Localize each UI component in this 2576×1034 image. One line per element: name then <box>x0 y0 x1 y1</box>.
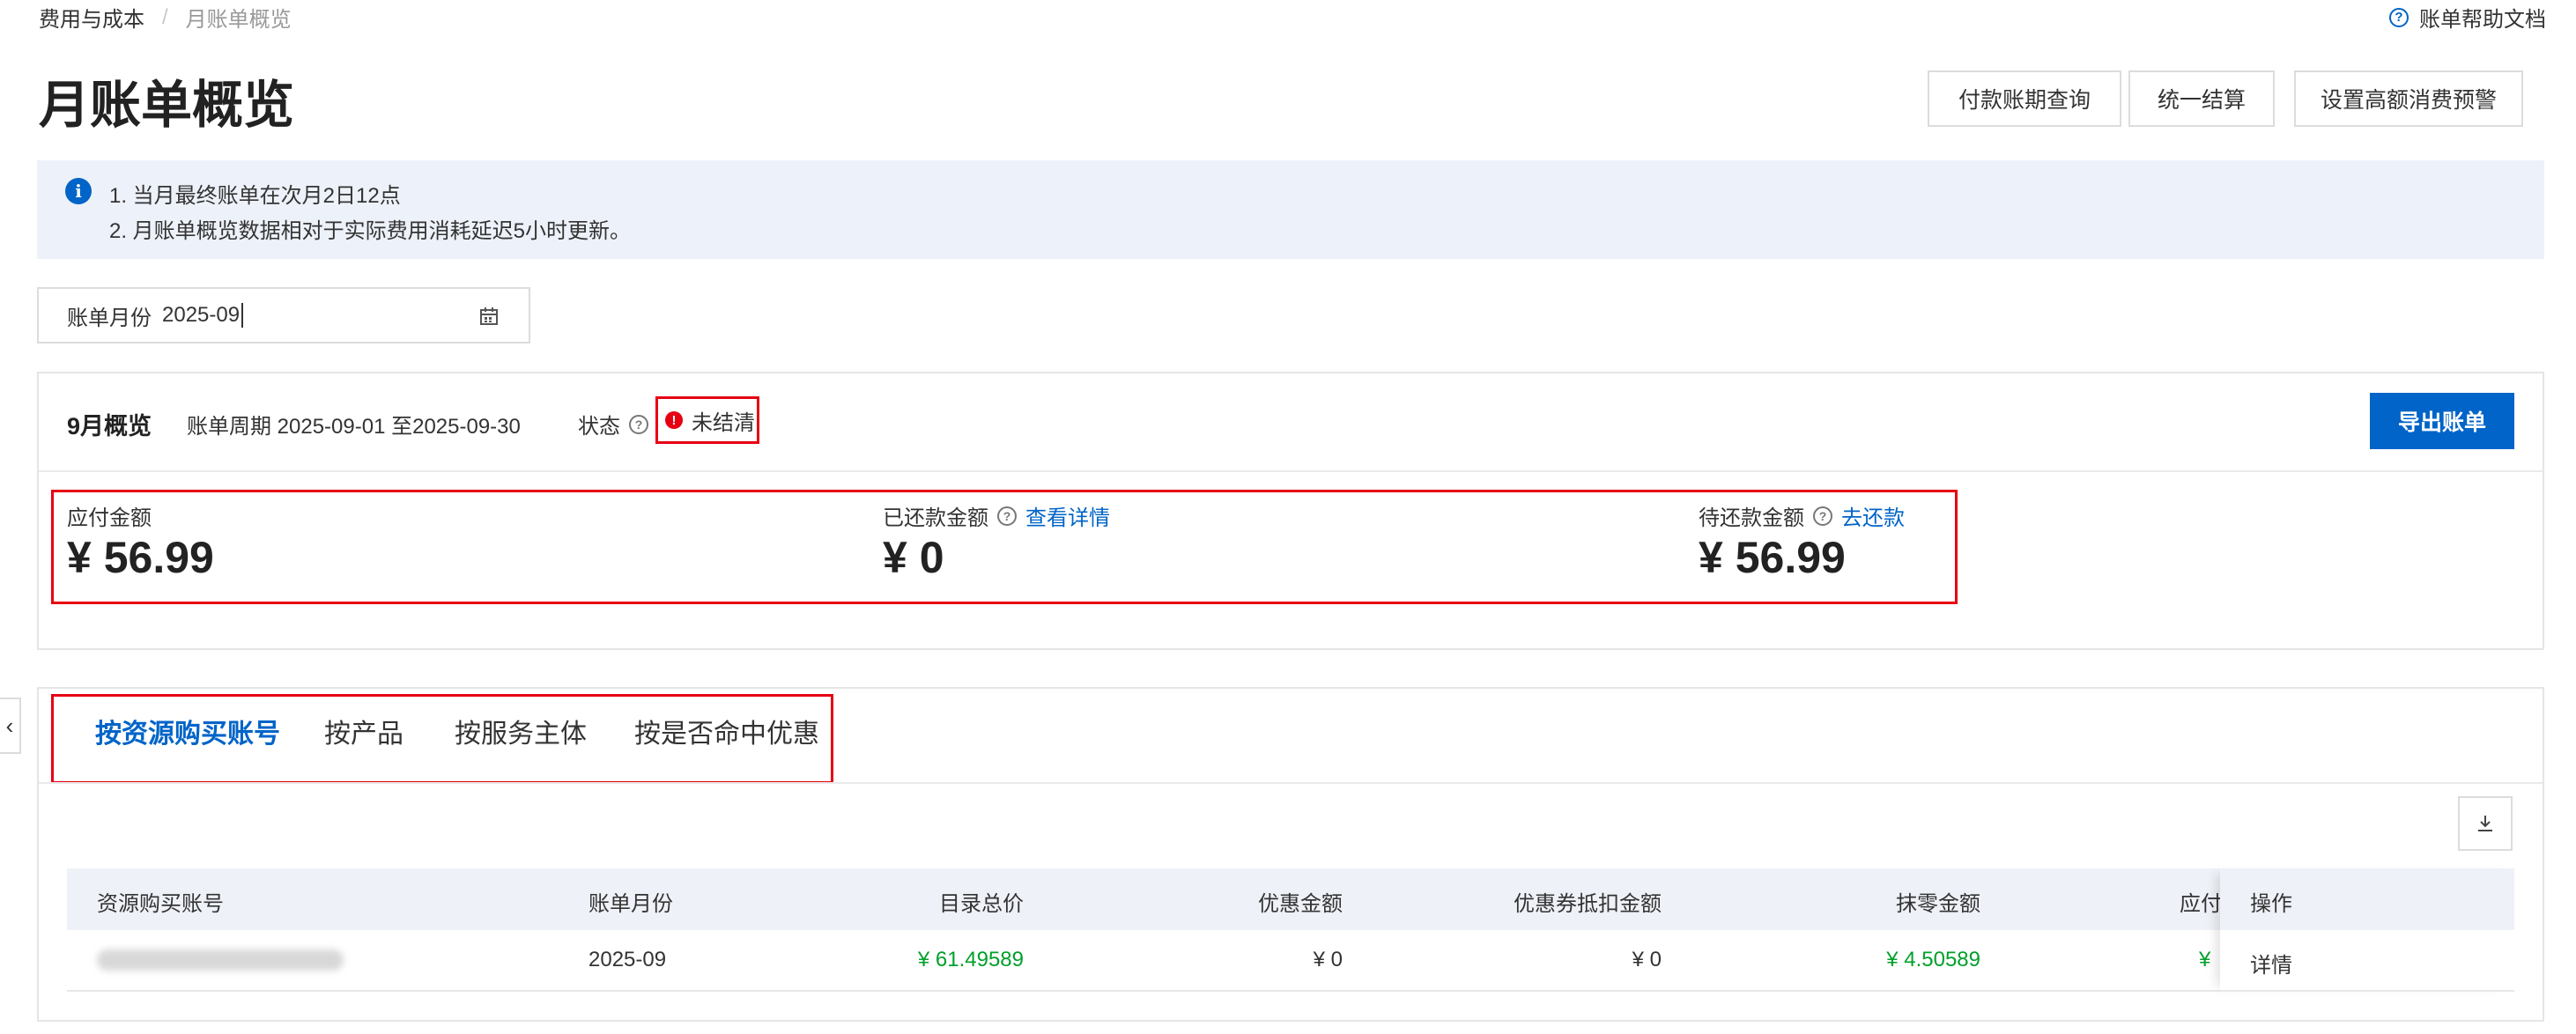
help-docs-label: 账单帮助文档 <box>2419 8 2546 32</box>
tab-by-product[interactable]: 按产品 <box>324 712 403 750</box>
col-coupon[interactable]: 优惠券抵扣金额 <box>1514 886 1662 917</box>
breadcrumb-current: 月账单概览 <box>185 8 292 32</box>
download-icon <box>2478 816 2492 831</box>
help-circle-icon[interactable]: ? <box>997 506 1017 526</box>
paid-amount: ¥ 0 <box>883 533 944 582</box>
calendar-icon[interactable] <box>479 307 499 326</box>
cell-discount: ¥ 0 <box>1313 948 1343 971</box>
payable-label: 应付金额 <box>67 506 152 530</box>
bill-month-picker[interactable]: 账单月份 2025-09 <box>37 287 530 343</box>
due-label: 待还款金额 ? 去还款 <box>1699 500 1905 531</box>
col-discount[interactable]: 优惠金额 <box>1258 886 1343 917</box>
help-circle-icon: ? <box>2389 7 2409 27</box>
notice-line-2: 2. 月账单概览数据相对于实际费用消耗延迟5小时更新。 <box>109 219 632 243</box>
breadcrumb-parent[interactable]: 费用与成本 <box>39 2 144 33</box>
tab-by-discount[interactable]: 按是否命中优惠 <box>634 712 819 750</box>
col-action: 操作 <box>2250 892 2292 916</box>
tab-by-entity[interactable]: 按服务主体 <box>455 712 587 750</box>
table-header: 资源购买账号 账单月份 目录总价 优惠金额 优惠券抵扣金额 抹零金额 应付 <box>67 868 2514 930</box>
payable-amount: ¥ 56.99 <box>67 533 214 582</box>
breadcrumb-separator: / <box>162 4 168 29</box>
help-circle-icon[interactable]: ? <box>1813 506 1832 526</box>
collapse-sidebar-button[interactable]: ‹ <box>0 698 21 754</box>
text-cursor <box>241 303 244 328</box>
status-label: 状态 ? <box>578 409 648 439</box>
table-row: 2025-09 ¥ 61.49589 ¥ 0 ¥ 0 ¥ 4.50589 ¥ <box>67 930 2514 992</box>
cell-payable: ¥ <box>2199 948 2211 971</box>
paid-label: 已还款金额 ? 查看详情 <box>883 500 1110 531</box>
col-account[interactable]: 资源购买账号 <box>97 886 224 917</box>
due-amount: ¥ 56.99 <box>1699 533 1846 582</box>
payment-period-query-button[interactable]: 付款账期查询 <box>1928 70 2121 127</box>
col-rounding[interactable]: 抹零金额 <box>1896 886 1980 917</box>
tabs-divider <box>39 782 2543 784</box>
action-cell: 详情 <box>2220 930 2514 992</box>
bill-month-label: 账单月份 <box>67 306 152 330</box>
status-badge: ! 未结清 <box>655 396 759 444</box>
notice-line-1: 1. 当月最终账单在次月2日12点 <box>109 184 401 208</box>
export-bill-button[interactable]: 导出账单 <box>2370 393 2514 449</box>
view-details-link[interactable]: 查看详情 <box>1025 500 1110 531</box>
col-payable[interactable]: 应付 <box>2180 886 2222 917</box>
action-column: 操作 详情 <box>2220 868 2514 992</box>
notice-banner: i 1. 当月最终账单在次月2日12点 2. 月账单概览数据相对于实际费用消耗延… <box>37 160 2544 259</box>
bill-month-value: 2025-09 <box>162 303 241 327</box>
cell-rounding: ¥ 4.50589 <box>1886 948 1980 971</box>
row-details-link[interactable]: 详情 <box>2250 948 2292 979</box>
col-month[interactable]: 账单月份 <box>588 886 673 917</box>
overview-divider <box>39 470 2543 472</box>
cell-month: 2025-09 <box>588 948 667 971</box>
chevron-left-icon: ‹ <box>5 712 14 739</box>
col-list-price[interactable]: 目录总价 <box>939 886 1024 917</box>
exclamation-circle-icon: ! <box>665 411 683 429</box>
high-spend-alert-button[interactable]: 设置高额消费预警 <box>2294 70 2523 127</box>
action-header-cell: 操作 <box>2220 868 2514 930</box>
redacted-account <box>97 949 344 971</box>
go-repay-link[interactable]: 去还款 <box>1841 500 1905 531</box>
cell-coupon: ¥ 0 <box>1632 948 1662 971</box>
info-icon: i <box>65 178 92 204</box>
cell-list-price: ¥ 61.49589 <box>917 948 1024 971</box>
status-value: 未结清 <box>692 410 755 435</box>
download-button[interactable] <box>2458 796 2513 851</box>
help-circle-icon[interactable]: ? <box>629 414 648 434</box>
unified-settlement-button[interactable]: 统一结算 <box>2128 70 2275 127</box>
overview-title: 9月概览 <box>67 413 152 439</box>
billing-period: 账单周期 2025-09-01 至2025-09-30 <box>187 415 521 439</box>
breadcrumb: 费用与成本 / 月账单概览 <box>39 2 292 33</box>
tab-by-account[interactable]: 按资源购买账号 <box>95 712 280 750</box>
help-docs-link[interactable]: ? 账单帮助文档 <box>2389 2 2546 33</box>
page-title: 月账单概览 <box>39 77 295 134</box>
